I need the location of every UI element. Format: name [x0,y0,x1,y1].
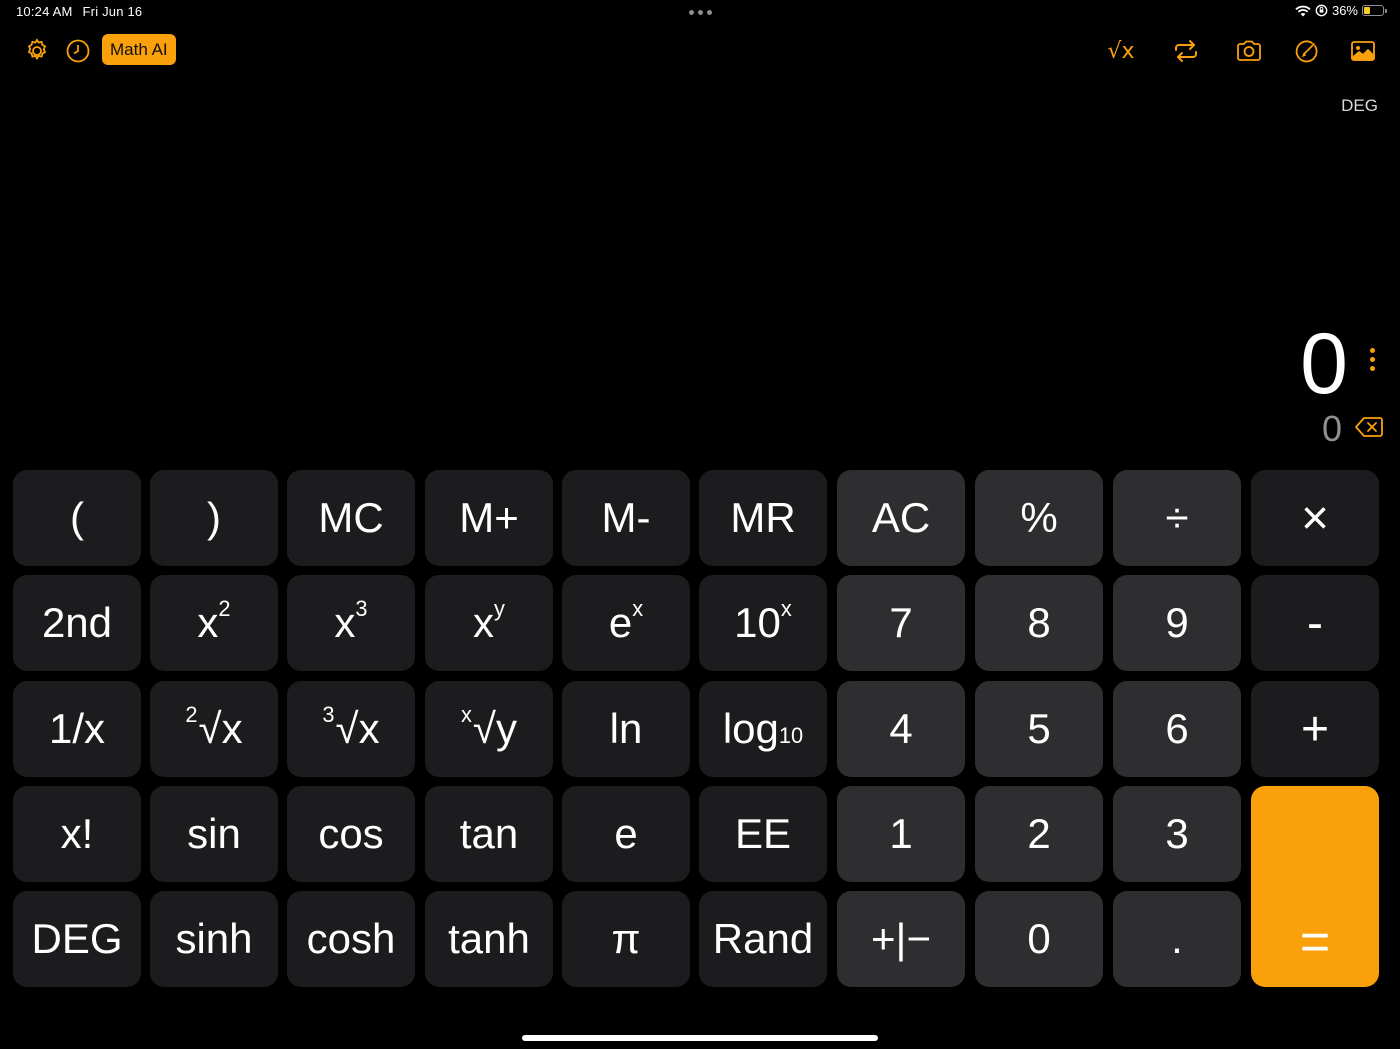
key-seven[interactable]: 7 [837,575,965,671]
key-cos[interactable]: cos [287,786,415,882]
key-square-root-symbol: √x [198,705,243,752]
home-indicator[interactable] [522,1035,878,1041]
key-x-squared[interactable]: x2 [150,575,278,671]
key-x-squared-base: x [197,599,219,646]
key-x-power-y[interactable]: xy [425,575,553,671]
display-expression: 0 [1321,408,1342,449]
key-subtract[interactable]: - [1251,575,1379,671]
key-log-ten[interactable]: log 10 [699,681,827,777]
photo-library-icon[interactable] [1348,36,1378,66]
key-tanh[interactable]: tanh [425,891,553,987]
angle-mode-indicator: DEG [1341,96,1378,115]
backspace-icon[interactable] [1354,414,1384,440]
key-cube-root[interactable]: 3 √x [287,681,415,777]
key-log-ten-base: log [722,705,779,752]
key-equals[interactable]: = [1251,786,1379,987]
multitasking-dots[interactable] [689,10,712,15]
key-tan[interactable]: tan [425,786,553,882]
key-cube-root-symbol: √x [335,705,380,752]
key-two[interactable]: 2 [975,786,1103,882]
battery-percent: 36% [1331,3,1358,18]
key-add[interactable]: + [1251,681,1379,777]
key-x-root-y[interactable]: x √y [425,681,553,777]
key-ten-power-x-base: 10 [734,599,781,646]
key-exponent-ee[interactable]: EE [699,786,827,882]
key-cosh[interactable]: cosh [287,891,415,987]
key-x-cubed-base: x [334,599,356,646]
key-divide[interactable]: ÷ [1113,470,1241,566]
key-ten-power-x[interactable]: 10 x [699,575,827,671]
key-random[interactable]: Rand [699,891,827,987]
key-close-paren[interactable]: ) [150,470,278,566]
battery-icon [1362,5,1387,16]
key-decimal[interactable]: . [1113,891,1241,987]
keypad: ( ) MC M+ M- MR AC % ÷ × 2nd x2 x3 xy ex… [0,0,1400,1049]
key-x-root-y-symbol: √y [472,705,517,752]
key-factorial[interactable]: x! [13,786,141,882]
key-pi[interactable]: π [562,891,690,987]
markup-pencil-icon[interactable] [1292,36,1322,66]
key-euler[interactable]: e [562,786,690,882]
key-five[interactable]: 5 [975,681,1103,777]
key-all-clear[interactable]: AC [837,470,965,566]
key-square-root[interactable]: 2 √x [150,681,278,777]
key-x-power-y-base: x [473,599,495,646]
key-multiply[interactable]: × [1251,470,1379,566]
key-x-cubed[interactable]: x3 [287,575,415,671]
key-nine[interactable]: 9 [1113,575,1241,671]
clock-date: Fri Jun 16 [82,4,143,19]
sqrt-mode-button[interactable]: √x [1106,36,1136,66]
key-six[interactable]: 6 [1113,681,1241,777]
key-degree-mode[interactable]: DEG [13,891,141,987]
wifi-icon [1295,5,1311,16]
camera-icon[interactable] [1234,36,1264,66]
math-ai-button[interactable]: Math AI [102,34,176,65]
key-second-function[interactable]: 2nd [13,575,141,671]
history-clock-icon[interactable] [63,36,93,66]
status-bar-time: 10:24 AM Fri Jun 16 [16,4,142,19]
key-natural-log[interactable]: ln [562,681,690,777]
key-e-power-x[interactable]: ex [562,575,690,671]
key-eight[interactable]: 8 [975,575,1103,671]
key-e-power-x-base: e [608,599,633,646]
clock-time: 10:24 AM [16,4,73,19]
convert-repeat-icon[interactable] [1171,36,1201,66]
key-memory-subtract[interactable]: M- [562,470,690,566]
key-memory-clear[interactable]: MC [287,470,415,566]
key-three[interactable]: 3 [1113,786,1241,882]
key-sin[interactable]: sin [150,786,278,882]
battery-fill [1364,7,1371,14]
orientation-lock-icon [1315,4,1328,17]
key-memory-add[interactable]: M+ [425,470,553,566]
sqrt-icon: √x [1107,38,1135,64]
key-toggle-sign[interactable]: +|− [837,891,965,987]
key-one[interactable]: 1 [837,786,965,882]
status-indicators: 36% [1295,3,1387,18]
key-four[interactable]: 4 [837,681,965,777]
key-reciprocal[interactable]: 1/x [13,681,141,777]
key-open-paren[interactable]: ( [13,470,141,566]
display-result: 0 [1300,316,1348,412]
settings-gear-icon[interactable] [22,36,52,66]
display-more-icon[interactable] [1368,348,1376,371]
key-sinh[interactable]: sinh [150,891,278,987]
key-percent[interactable]: % [975,470,1103,566]
key-zero[interactable]: 0 [975,891,1103,987]
key-memory-recall[interactable]: MR [699,470,827,566]
